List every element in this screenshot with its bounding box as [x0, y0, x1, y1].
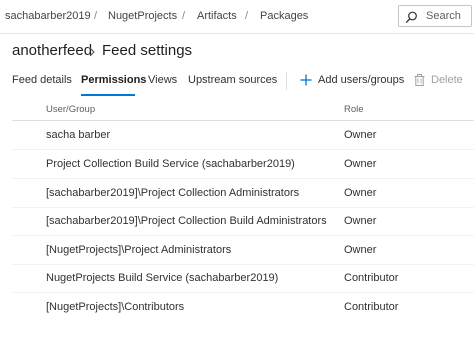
add-users-groups-label: Add users/groups — [318, 74, 405, 86]
column-header-user-group[interactable]: User/Group — [46, 104, 95, 115]
breadcrumb-separator: / — [245, 10, 249, 22]
active-tab-indicator — [81, 94, 135, 96]
tab-views[interactable]: Views — [148, 74, 177, 86]
permissions-table-header: User/Group Role — [12, 98, 474, 121]
user-group-cell: NugetProjects Build Service (sachabarber… — [46, 272, 279, 284]
user-group-cell: sacha barber — [46, 129, 111, 141]
role-cell: Owner — [344, 244, 377, 256]
table-row[interactable]: [sachabarber2019]\Project Collection Adm… — [12, 180, 474, 208]
breadcrumb-separator: / — [182, 10, 186, 22]
role-cell: Owner — [344, 187, 377, 199]
table-row[interactable]: [NugetProjects]\Project Administrators O… — [12, 237, 474, 265]
role-cell: Owner — [344, 158, 377, 170]
breadcrumb-organization[interactable]: sachabarber2019 — [5, 10, 91, 22]
table-row[interactable]: [NugetProjects]\Contributors Contributor — [12, 294, 474, 322]
delete-label: Delete — [431, 74, 463, 86]
search-icon — [405, 11, 417, 24]
table-row[interactable]: NugetProjects Build Service (sachabarber… — [12, 265, 474, 293]
tab-upstream-sources[interactable]: Upstream sources — [188, 74, 277, 86]
tab-bar: Feed details Permissions Views Upstream … — [0, 66, 474, 96]
table-row[interactable]: [sachabarber2019]\Project Collection Bui… — [12, 208, 474, 236]
plus-icon — [300, 74, 312, 86]
table-row[interactable]: Project Collection Build Service (sachab… — [12, 151, 474, 179]
user-group-cell: [sachabarber2019]\Project Collection Bui… — [46, 215, 327, 227]
user-group-cell: [NugetProjects]\Project Administrators — [46, 244, 232, 256]
breadcrumb-artifacts[interactable]: Artifacts — [197, 10, 237, 22]
user-group-cell: Project Collection Build Service (sachab… — [46, 158, 295, 170]
breadcrumb-packages[interactable]: Packages — [260, 10, 308, 22]
role-cell: Contributor — [344, 272, 399, 284]
table-row[interactable]: sacha barber Owner — [12, 122, 474, 150]
toolbar-divider — [286, 72, 287, 90]
feed-name[interactable]: anotherfeed — [12, 42, 92, 59]
user-group-cell: [sachabarber2019]\Project Collection Adm… — [46, 187, 300, 199]
tab-feed-details[interactable]: Feed details — [12, 74, 72, 86]
breadcrumb-project[interactable]: NugetProjects — [108, 10, 177, 22]
role-cell: Contributor — [344, 301, 399, 313]
user-group-cell: [NugetProjects]\Contributors — [46, 301, 185, 313]
role-cell: Owner — [344, 129, 377, 141]
chevron-right-icon — [89, 47, 95, 57]
breadcrumb-separator: / — [94, 10, 98, 22]
role-cell: Owner — [344, 215, 377, 227]
trash-icon — [414, 74, 425, 86]
column-header-role[interactable]: Role — [344, 104, 364, 115]
search-box[interactable]: Search — [398, 5, 472, 27]
search-placeholder: Search — [426, 10, 461, 22]
page-title: Feed settings — [102, 42, 193, 59]
tab-permissions[interactable]: Permissions — [81, 74, 146, 86]
top-bar: sachabarber2019 / NugetProjects / Artifa… — [0, 0, 474, 34]
